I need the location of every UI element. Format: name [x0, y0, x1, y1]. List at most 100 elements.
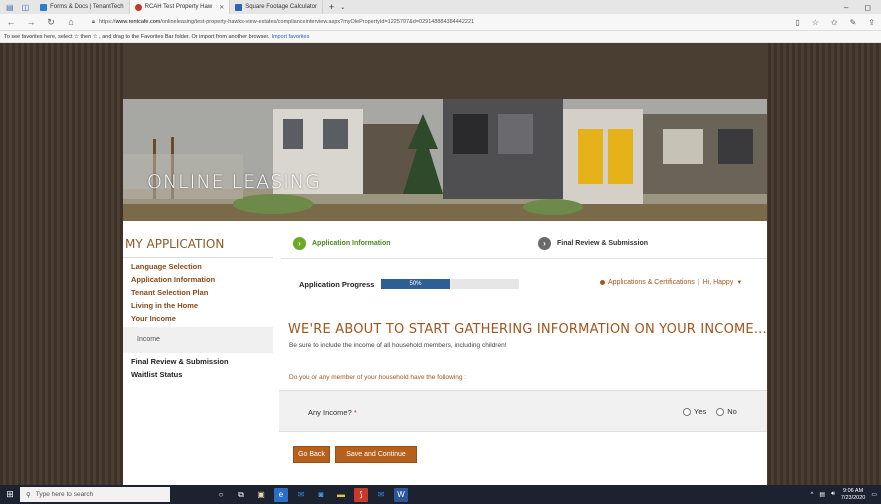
go-back-button[interactable]: Go Back: [293, 446, 330, 463]
sidebar-item-language-selection[interactable]: Language Selection: [123, 260, 273, 273]
step-divider: [281, 258, 767, 259]
mail-icon[interactable]: ✉: [374, 488, 388, 502]
tab-rcah-test-property[interactable]: RCAH Test Property Haw ✕: [129, 0, 231, 14]
tab-label: Forms & Docs | TenantTech: [50, 4, 124, 10]
home-icon[interactable]: ⌂: [66, 17, 76, 27]
clock-time: 9:06 AM: [843, 487, 864, 494]
income-question-row: Any Income? * Yes No: [279, 390, 767, 432]
favorites-list-icon[interactable]: ✩: [831, 18, 838, 27]
page-heading: WE'RE ABOUT TO START GATHERING INFORMATI…: [288, 322, 767, 337]
hero-banner: ONLINE LEASING: [123, 99, 767, 221]
network-icon[interactable]: ▤: [819, 491, 825, 498]
address-bar: ← → ↻ ⌂ 🔒︎ https://www.rentcafe.com/onli…: [0, 14, 881, 31]
edge-icon[interactable]: e: [274, 487, 288, 502]
volume-icon[interactable]: 🔊︎: [831, 491, 835, 498]
clock-date: 7/23/2020: [840, 494, 866, 501]
sidebar-item-tenant-selection-plan[interactable]: Tenant Selection Plan: [123, 286, 273, 299]
word-icon[interactable]: W: [394, 487, 408, 502]
set-aside-icon[interactable]: ◫: [22, 3, 30, 12]
url-field[interactable]: 🔒︎ https://www.rentcafe.com/onlineleasin…: [86, 16, 776, 28]
sidebar-subitem-income[interactable]: Income: [123, 327, 273, 353]
step-application-information[interactable]: › Application Information: [293, 237, 391, 250]
household-question: Do you or any member of your household h…: [289, 374, 467, 381]
favorites-bar: To see favorites here, select ☆ then ☆ ,…: [0, 31, 881, 43]
tab-preview-icon[interactable]: ▤: [6, 3, 14, 12]
notifications-icon[interactable]: ▭: [871, 491, 877, 498]
window-controls: – ◻: [844, 3, 881, 12]
search-placeholder: Type here to search: [35, 491, 94, 498]
sidebar: MY APPLICATION Language Selection Applic…: [123, 233, 273, 381]
chevron-right-icon: ›: [293, 237, 306, 250]
caret-down-icon[interactable]: ▼: [736, 280, 742, 286]
windows-start-icon[interactable]: ⊞: [0, 485, 20, 504]
url-prefix: https://: [98, 19, 116, 25]
leasing-page: ONLINE LEASING MY APPLICATION Language S…: [123, 43, 767, 485]
minimize-icon[interactable]: –: [844, 3, 848, 12]
taskbar-search[interactable]: ⚲ Type here to search: [20, 487, 170, 502]
tab-favicon: [40, 3, 48, 11]
taskbar-apps: ○ ⧉ ▣ e ✉ ◙ ▬ ⟆ ✉ W: [214, 487, 408, 502]
no-radio[interactable]: [716, 407, 725, 416]
back-icon[interactable]: ←: [6, 17, 16, 27]
tab-label: Square Footage Calculator: [245, 4, 317, 10]
reading-view-icon[interactable]: ▯: [795, 18, 799, 27]
new-tab-button[interactable]: +: [323, 2, 340, 12]
favbar-text: To see favorites here, select ☆ then ☆ ,…: [4, 33, 270, 40]
settings-icon[interactable]: ◙: [314, 488, 328, 502]
close-tab-icon[interactable]: ✕: [219, 4, 224, 11]
windows-taskbar: ⊞ ⚲ Type here to search ○ ⧉ ▣ e ✉ ◙ ▬ ⟆ …: [0, 485, 881, 504]
lock-icon: 🔒︎: [92, 18, 95, 25]
favorite-star-icon[interactable]: ☆: [812, 18, 819, 27]
acrobat-icon[interactable]: ⟆: [354, 487, 368, 502]
progress-fill: 50%: [381, 279, 450, 289]
separator: |: [697, 279, 700, 286]
page-header: [123, 43, 767, 99]
share-icon[interactable]: ⇪: [868, 18, 875, 27]
yes-label[interactable]: Yes: [694, 407, 706, 416]
url-domain: www.rentcafe.com: [115, 19, 161, 25]
file-explorer-icon[interactable]: ▬: [334, 488, 348, 502]
sidebar-item-final-review[interactable]: Final Review & Submission: [123, 355, 273, 368]
tab-favicon: [134, 3, 142, 11]
any-income-label: Any Income? *: [308, 408, 357, 417]
banner-title: ONLINE LEASING: [147, 171, 321, 193]
account-menu: Applications & Certifications | Hi, Happ…: [600, 279, 742, 286]
maximize-icon[interactable]: ◻: [864, 3, 871, 12]
sidebar-item-your-income[interactable]: Your Income: [123, 312, 273, 325]
tab-list-chevron-icon[interactable]: ⌄: [340, 4, 345, 11]
tab-label: RCAH Test Property Haw: [144, 4, 213, 10]
tab-square-footage[interactable]: Square Footage Calculator: [230, 0, 323, 14]
step-label: Application Information: [312, 240, 391, 247]
browser-toolbar-right: ▯ ☆ ✩ ✎ ⇪: [795, 18, 875, 27]
tab-forms-docs[interactable]: Forms & Docs | TenantTech: [35, 0, 130, 14]
sidebar-item-application-information[interactable]: Application Information: [123, 273, 273, 286]
step-final-review[interactable]: › Final Review & Submission: [538, 237, 648, 250]
required-asterisk: *: [353, 408, 357, 417]
store-icon[interactable]: ▣: [254, 488, 268, 502]
forward-icon[interactable]: →: [26, 17, 36, 27]
refresh-icon[interactable]: ↻: [46, 17, 56, 28]
sidebar-item-waitlist-status[interactable]: Waitlist Status: [123, 368, 273, 381]
bullet-icon: [600, 280, 605, 285]
search-icon: ⚲: [26, 491, 31, 499]
page-subtext: Be sure to include the income of all hou…: [289, 342, 507, 349]
tray-chevron-icon[interactable]: ^: [811, 492, 814, 498]
import-favorites-link[interactable]: Import favorites: [271, 34, 309, 40]
sidebar-title: MY APPLICATION: [123, 233, 273, 258]
pen-icon[interactable]: ✎: [850, 18, 857, 27]
banner-illustration: [123, 99, 767, 221]
outlook-icon[interactable]: ✉: [294, 488, 308, 502]
cortana-icon[interactable]: ○: [214, 488, 228, 502]
browser-titlebar: ▤ ◫ Forms & Docs | TenantTech RCAH Test …: [0, 0, 881, 14]
yes-radio[interactable]: [683, 407, 691, 416]
any-income-radio-group: Yes No: [683, 407, 737, 416]
no-label[interactable]: No: [727, 407, 737, 416]
taskbar-clock[interactable]: 9:06 AM 7/23/2020: [841, 488, 865, 502]
user-greeting-menu[interactable]: Hi, Happy: [703, 279, 734, 286]
applications-certifications-link[interactable]: Applications & Certifications: [608, 279, 695, 286]
save-and-continue-button[interactable]: Save and Continue: [335, 446, 417, 463]
task-view-icon[interactable]: ⧉: [234, 488, 248, 502]
sidebar-item-living-in-the-home[interactable]: Living in the Home: [123, 299, 273, 312]
chevron-right-icon: ›: [538, 237, 551, 250]
url-path: /onlineleasing/test-property-hawks-view-…: [160, 19, 475, 25]
